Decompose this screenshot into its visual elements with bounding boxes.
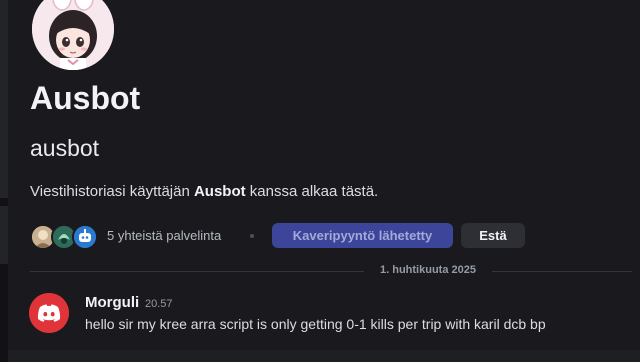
server-list-panel [0, 0, 8, 198]
message-timestamp: 20.57 [145, 298, 173, 310]
separator-dot [250, 234, 254, 238]
discord-logo-icon [29, 293, 69, 333]
message-content: hello sir my kree arra script is only ge… [85, 316, 546, 332]
friend-request-sent-button[interactable]: Kaveripyyntö lähetetty [272, 223, 453, 248]
intro-name: Ausbot [193, 183, 246, 200]
profile-display-name: Ausbot [30, 80, 141, 116]
server-list-panel-lower [0, 206, 8, 264]
mutual-servers-count[interactable]: 5 yhteistä palvelinta [107, 228, 221, 243]
mutual-servers-row: 5 yhteistä palvelinta Kaveripyyntö lähet… [30, 222, 630, 250]
server-list-edge [0, 0, 8, 362]
message-input-edge [8, 350, 640, 362]
message-avatar[interactable] [29, 293, 69, 333]
date-divider-line-right [492, 271, 632, 272]
intro-suffix: kanssa alkaa tästä. [245, 183, 379, 200]
message-author[interactable]: Morguli [85, 294, 139, 311]
server-icon-3 [74, 226, 96, 248]
anime-avatar-icon [32, 0, 114, 70]
dm-channel-view: Ausbot ausbot Viestihistoriasi käyttäjän… [8, 0, 640, 362]
date-divider-line-left [30, 271, 364, 272]
mutual-server-icon[interactable] [72, 224, 98, 250]
profile-username: ausbot [30, 135, 100, 161]
intro-prefix: Viestihistoriasi käyttäjän [30, 183, 194, 200]
profile-avatar[interactable] [32, 0, 114, 70]
dm-intro-text: Viestihistoriasi käyttäjän Ausbot kanssa… [30, 183, 378, 200]
date-divider: 1. huhtikuuta 2025 [368, 264, 488, 276]
block-button[interactable]: Estä [461, 223, 525, 248]
